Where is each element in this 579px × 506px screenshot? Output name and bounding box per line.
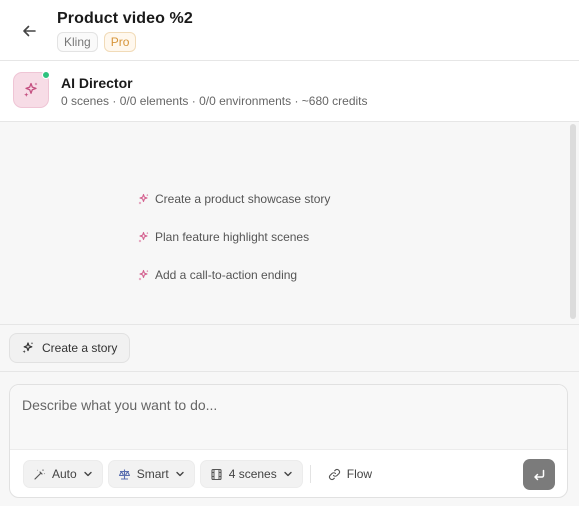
suggestion-label: Create a product showcase story	[155, 192, 331, 206]
model-badge: Kling	[57, 32, 98, 52]
tier-badge: Pro	[103, 32, 137, 52]
create-story-label: Create a story	[42, 341, 118, 355]
composer-toolbar: Auto Smart 4 scenes Flow	[23, 460, 382, 488]
badge-group: Kling Pro	[57, 32, 137, 52]
chevron-down-icon	[176, 471, 184, 477]
sparkles-icon	[24, 82, 38, 97]
chat-scrollbar[interactable]	[570, 124, 576, 319]
chevron-down-icon	[83, 471, 92, 477]
create-story-button[interactable]: Create a story	[9, 333, 131, 363]
scenes-dropdown[interactable]: 4 scenes	[199, 460, 303, 488]
director-stats: 0 scenes · 0/0 elements · 0/0 environmen…	[61, 94, 368, 108]
send-button[interactable]	[523, 459, 555, 490]
back-button[interactable]	[17, 19, 41, 43]
director-panel: AI Director 0 scenes · 0/0 elements · 0/…	[0, 61, 579, 122]
link-icon	[328, 468, 340, 480]
suggestion-item[interactable]: Add a call-to-action ending	[137, 267, 330, 283]
suggestion-item[interactable]: Create a product showcase story	[137, 191, 330, 207]
sparkle-icon	[138, 231, 149, 242]
mode-label: Auto	[52, 467, 77, 481]
sparkles-icon	[22, 342, 34, 354]
suggestion-label: Add a call-to-action ending	[155, 268, 298, 282]
online-status-dot	[42, 71, 50, 79]
scenes-label: 4 scenes	[228, 467, 277, 481]
header-bar: Product video %2 Kling Pro	[0, 0, 579, 61]
suggestion-item[interactable]: Plan feature highlight scenes	[137, 229, 330, 245]
suggestion-list: Create a product showcase story Plan fea…	[137, 191, 330, 283]
mode-dropdown[interactable]: Auto	[23, 460, 103, 488]
page-title: Product video %2	[57, 10, 193, 27]
flow-label: Flow	[346, 467, 373, 481]
quality-dropdown[interactable]: Smart	[107, 460, 195, 488]
chat-area: Create a product showcase story Plan fea…	[0, 122, 579, 325]
film-icon	[211, 468, 222, 480]
message-composer: Auto Smart 4 scenes Flow	[9, 384, 568, 498]
magic-wand-icon	[34, 468, 46, 480]
director-name: AI Director	[61, 75, 133, 91]
chevron-down-icon	[284, 471, 292, 477]
section-divider	[0, 371, 579, 372]
scale-icon	[118, 469, 130, 480]
prompt-input[interactable]	[10, 385, 567, 449]
arrow-left-icon	[23, 25, 36, 37]
composer-divider	[10, 449, 567, 450]
toolbar-separator	[309, 465, 311, 483]
suggestion-label: Plan feature highlight scenes	[155, 230, 310, 244]
quality-label: Smart	[136, 467, 169, 481]
flow-button[interactable]: Flow	[318, 460, 382, 488]
sparkle-icon	[138, 193, 149, 204]
enter-icon	[534, 469, 545, 480]
sparkle-icon	[138, 269, 149, 280]
